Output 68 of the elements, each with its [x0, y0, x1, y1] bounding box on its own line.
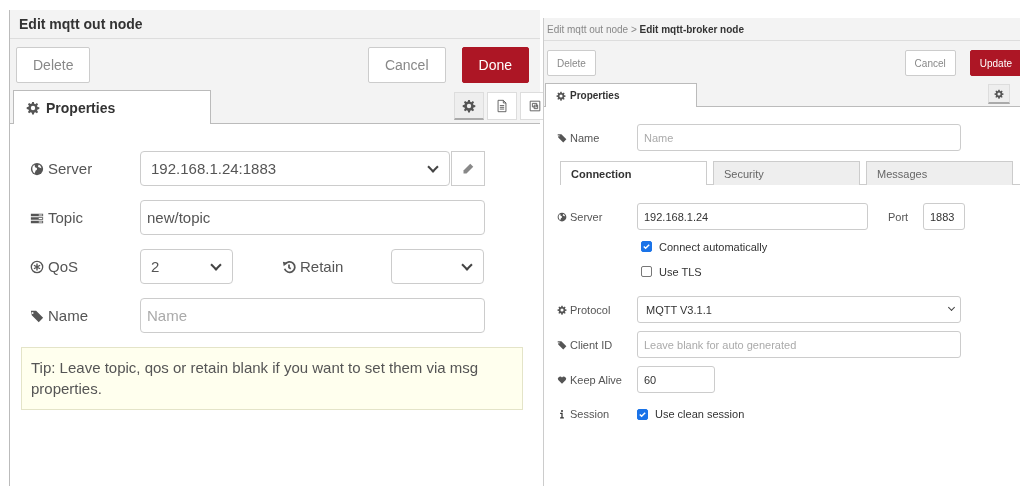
- done-button[interactable]: Done: [461, 47, 529, 83]
- field-label: Port: [888, 210, 910, 223]
- gear-icon: [462, 98, 476, 113]
- name-field[interactable]: Name: [140, 298, 485, 333]
- gear-icon: [994, 88, 1004, 99]
- field-label: QoS: [30, 258, 140, 275]
- dialog-button[interactable]: Cancel: [367, 47, 446, 83]
- document-icon: [495, 99, 509, 113]
- field-label: Name: [557, 131, 637, 144]
- update-button[interactable]: Update: [969, 50, 1020, 76]
- tab-label[interactable]: Properties: [570, 90, 620, 101]
- field-label: Server: [557, 210, 637, 223]
- asterisk-circle-icon: [30, 259, 44, 274]
- port-field[interactable]: 1883: [923, 203, 965, 230]
- dialog-button[interactable]: Cancel: [904, 50, 956, 76]
- field-label: Client ID: [557, 338, 637, 351]
- protocol-select[interactable]: MQTT V3.1.1: [637, 296, 961, 323]
- tag-icon: [557, 339, 567, 350]
- checkbox[interactable]: [641, 266, 652, 277]
- tab-label[interactable]: Properties: [46, 99, 116, 116]
- server-select[interactable]: 192.168.1.24:1883: [140, 151, 450, 186]
- properties-tab[interactable]: Properties: [545, 83, 697, 107]
- topic-field[interactable]: new/topic: [140, 200, 485, 235]
- checkbox-option[interactable]: Use clean session: [637, 405, 745, 423]
- info-icon: [557, 409, 567, 419]
- pencil-icon: [462, 162, 474, 175]
- name-field[interactable]: Name: [637, 124, 961, 151]
- option-label: Use clean session: [655, 408, 745, 420]
- keep-alive-field[interactable]: 60: [637, 366, 715, 393]
- tag-icon: [557, 132, 567, 143]
- breadcrumb: Edit mqtt out node > Edit mqtt-broker node: [547, 23, 744, 35]
- tip-text: Tip: Leave topic, qos or retain blank if you want to set them via msg properties.: [21, 347, 523, 410]
- tag-icon: [30, 308, 44, 323]
- checkbox[interactable]: [637, 408, 648, 420]
- globe-icon: [557, 211, 567, 222]
- gear-icon: [26, 100, 40, 115]
- checkbox-option[interactable]: Connect automatically: [641, 238, 1020, 255]
- properties-tab[interactable]: Properties: [13, 90, 211, 124]
- checkbox[interactable]: [641, 241, 652, 252]
- section-tab[interactable]: Connection: [560, 161, 707, 185]
- field-label: Retain: [282, 258, 391, 275]
- toolbar-button[interactable]: [988, 84, 1010, 104]
- option-label: Use TLS: [659, 265, 702, 278]
- frame-icon: [528, 99, 542, 113]
- field-label: Server: [30, 160, 140, 177]
- field-label: Name: [30, 307, 140, 324]
- server-field[interactable]: 192.168.1.24: [637, 203, 868, 230]
- section-tab[interactable]: Messages: [866, 161, 1013, 185]
- qos-select[interactable]: 2: [140, 249, 233, 284]
- toolbar-button[interactable]: [487, 92, 517, 120]
- section-tab[interactable]: Security: [713, 161, 860, 185]
- edit-button[interactable]: [451, 151, 485, 186]
- field-label: Keep Alive: [557, 373, 637, 386]
- option-label: Connect automatically: [659, 240, 768, 253]
- toolbar-button[interactable]: [454, 92, 484, 120]
- field-label: Protocol: [557, 303, 637, 316]
- field-label: Topic: [30, 209, 140, 226]
- field-label: Session: [557, 408, 637, 420]
- gear-icon: [557, 304, 567, 315]
- globe-icon: [30, 161, 44, 176]
- heart-icon: [557, 374, 567, 385]
- checkbox-option[interactable]: Use TLS: [641, 263, 1020, 280]
- history-icon: [282, 259, 296, 274]
- dialog-button[interactable]: Delete: [547, 50, 596, 76]
- dialog-button[interactable]: Delete: [16, 47, 91, 83]
- gear-icon: [556, 90, 566, 101]
- dialog-title: Edit mqtt out node: [19, 16, 143, 32]
- client-id-field[interactable]: Leave blank for auto generated: [637, 331, 961, 358]
